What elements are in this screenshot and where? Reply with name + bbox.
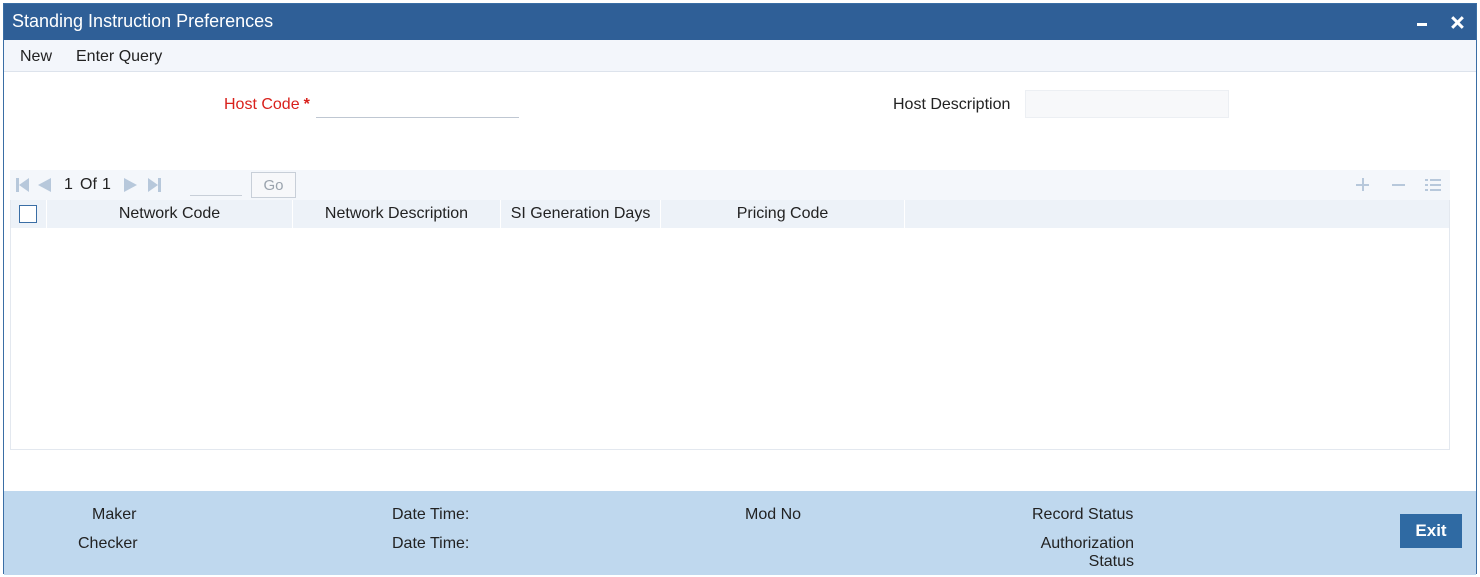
authorization-status-line1: Authorization: [1040, 535, 1134, 552]
authorization-status-line2: Status: [1088, 553, 1134, 570]
menu-bar: New Enter Query: [4, 40, 1476, 72]
page-number-input[interactable]: [190, 174, 242, 196]
select-all-checkbox[interactable]: [19, 205, 37, 223]
add-row-icon[interactable]: [1354, 176, 1372, 194]
exit-button[interactable]: Exit: [1400, 514, 1462, 548]
host-description-input[interactable]: [1025, 90, 1229, 118]
page-of-label: Of: [80, 176, 97, 193]
maker-date-time-label: Date Time:: [392, 506, 470, 523]
previous-page-icon[interactable]: [38, 178, 52, 192]
column-header-network-description[interactable]: Network Description: [293, 200, 501, 228]
column-header-network-code[interactable]: Network Code: [47, 200, 293, 228]
column-header-si-generation-days[interactable]: SI Generation Days: [501, 200, 661, 228]
remove-row-icon[interactable]: [1390, 176, 1408, 194]
title-bar: Standing Instruction Preferences: [4, 4, 1476, 40]
grid-header: Network Code Network Description SI Gene…: [11, 200, 1449, 228]
audit-footer: Maker Checker Date Time: Date Time: Mod …: [4, 491, 1476, 575]
checker-date-time-label: Date Time:: [392, 535, 470, 552]
first-page-icon[interactable]: [16, 178, 30, 192]
maker-label: Maker: [92, 506, 137, 523]
minimize-icon[interactable]: [1408, 9, 1434, 35]
column-header-pricing-code[interactable]: Pricing Code: [661, 200, 905, 228]
authorization-status-label: Authorization Status: [1034, 535, 1134, 571]
menu-enter-query[interactable]: Enter Query: [76, 48, 162, 66]
total-pages: 1: [102, 176, 111, 193]
record-status-label: Record Status: [1032, 506, 1134, 523]
current-page: 1: [64, 176, 73, 193]
host-code-label: Host Code *: [224, 96, 310, 114]
network-preferences-grid: Network Code Network Description SI Gene…: [10, 200, 1450, 450]
go-button[interactable]: Go: [251, 172, 296, 198]
close-icon[interactable]: [1444, 9, 1470, 35]
mod-no-label: Mod No: [745, 506, 802, 523]
single-view-icon[interactable]: [1424, 176, 1442, 194]
grid-toolbar: 1 Of 1 Go: [10, 170, 1450, 200]
required-marker: *: [303, 96, 310, 113]
host-code-input[interactable]: [316, 92, 519, 118]
host-description-label: Host Description: [893, 96, 1011, 113]
form-window: Standing Instruction Preferences New Ent…: [3, 3, 1477, 575]
next-page-icon[interactable]: [124, 178, 138, 192]
select-all-column: [11, 200, 47, 228]
window-title: Standing Instruction Preferences: [12, 11, 274, 31]
menu-new[interactable]: New: [20, 48, 52, 66]
checker-label: Checker: [78, 535, 138, 552]
last-page-icon[interactable]: [148, 178, 162, 192]
host-code-label-text: Host Code: [224, 96, 300, 113]
